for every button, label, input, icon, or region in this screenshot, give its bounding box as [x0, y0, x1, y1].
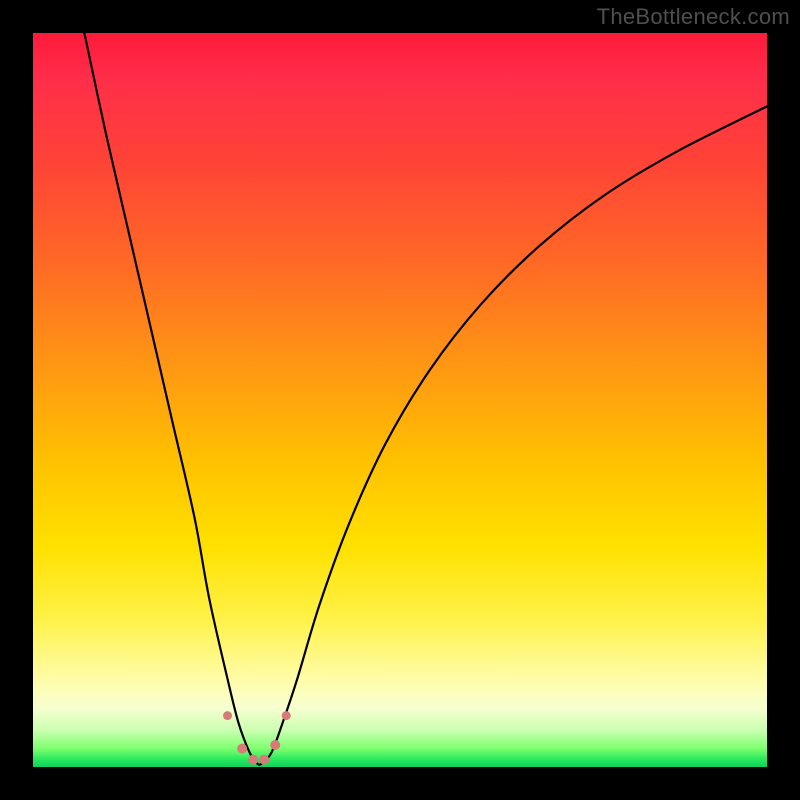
- watermark-text: TheBottleneck.com: [597, 4, 790, 30]
- bottleneck-curve-svg: [33, 33, 767, 767]
- curve-marker: [223, 711, 232, 720]
- chart-frame: TheBottleneck.com: [0, 0, 800, 800]
- curve-marker: [237, 744, 247, 754]
- curve-markers: [223, 711, 291, 765]
- curve-marker: [248, 755, 258, 765]
- curve-marker: [282, 711, 291, 720]
- bottleneck-curve-path: [84, 33, 767, 765]
- curve-marker: [270, 740, 280, 750]
- plot-area: [33, 33, 767, 767]
- curve-marker: [259, 755, 269, 765]
